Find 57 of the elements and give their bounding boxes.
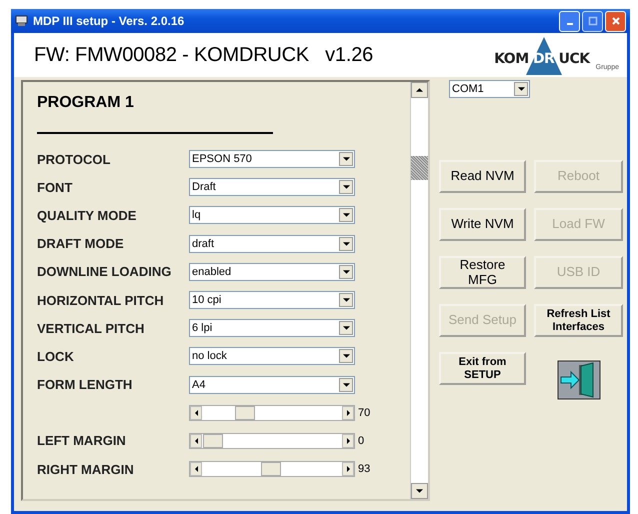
setting-dropdown[interactable]: enabled — [189, 262, 355, 281]
setting-label: RIGHT MARGIN — [37, 462, 135, 477]
setting-label: HORIZONTAL PITCH — [37, 292, 165, 308]
exit-door-icon[interactable] — [556, 360, 600, 400]
setting-dropdown[interactable]: 6 lpi — [189, 319, 355, 338]
setting-dropdown[interactable]: draft — [189, 234, 355, 253]
setting-label: LOCK — [37, 348, 75, 364]
slider-value: 70 — [358, 406, 370, 419]
app-icon — [15, 14, 29, 28]
left-arrow-icon[interactable] — [194, 410, 198, 416]
setting-label: QUALITY MODE — [37, 208, 138, 223]
action-button[interactable]: Exit from SETUP — [439, 352, 526, 385]
firmware-label: FW: FMW00082 - KOMDRUCK v1.26 — [34, 44, 374, 66]
program-title: PROGRAM 1 — [37, 94, 135, 112]
setting-dropdown[interactable]: Draft — [189, 178, 355, 196]
setting-dropdown[interactable]: 10 cpi — [189, 291, 355, 310]
minimize-button[interactable] — [559, 10, 580, 32]
setting-label: LEFT MARGIN — [37, 433, 127, 448]
slider-value: 93 — [358, 463, 370, 476]
logo-text-highlight: DR — [532, 51, 554, 67]
action-button[interactable]: Restore MFG — [439, 256, 526, 289]
scrollbar-thumb[interactable] — [411, 156, 428, 180]
setting-dropdown[interactable]: lq — [189, 206, 355, 224]
vertical-scrollbar[interactable] — [410, 82, 428, 499]
window-title: MDP III setup - Vers. 2.0.16 — [33, 14, 186, 28]
setting-dropdown[interactable]: A4 — [189, 376, 355, 394]
setting-label: PROTOCOL — [37, 152, 112, 167]
maximize-button[interactable] — [582, 10, 603, 32]
setting-label: FONT — [37, 180, 74, 195]
setting-label: VERTICAL PITCH — [37, 320, 146, 336]
close-icon[interactable] — [610, 16, 620, 26]
setting-dropdown[interactable]: EPSON 570 — [189, 150, 355, 168]
slider-thumb[interactable] — [235, 406, 256, 420]
action-button[interactable]: Write NVM — [439, 208, 526, 241]
slider[interactable] — [189, 461, 355, 478]
up-arrow-icon[interactable] — [416, 88, 423, 92]
slider[interactable] — [189, 432, 355, 449]
slider-thumb[interactable] — [203, 434, 224, 448]
close-button[interactable] — [605, 10, 626, 32]
port-dropdown[interactable]: COM1 — [449, 80, 530, 98]
action-button[interactable]: Read NVM — [439, 160, 526, 193]
slider[interactable] — [189, 404, 355, 421]
logo-text: KOM — [494, 51, 529, 67]
setting-label: FORM LENGTH — [37, 377, 134, 392]
slider-thumb[interactable] — [260, 462, 281, 476]
right-arrow-icon[interactable] — [346, 466, 350, 472]
left-arrow-icon[interactable] — [194, 466, 198, 472]
right-arrow-icon[interactable] — [346, 410, 350, 416]
slider-value: 0 — [358, 434, 364, 447]
setting-dropdown[interactable]: no lock — [189, 347, 355, 366]
logo-text: UCK — [558, 51, 590, 67]
action-button[interactable]: Refresh List Interfaces — [534, 304, 623, 337]
right-arrow-icon[interactable] — [346, 438, 350, 444]
left-arrow-icon[interactable] — [194, 438, 198, 444]
setting-label: DOWNLINE LOADING — [37, 264, 172, 280]
down-arrow-icon[interactable] — [416, 489, 423, 493]
setting-label: DRAFT MODE — [37, 236, 125, 252]
